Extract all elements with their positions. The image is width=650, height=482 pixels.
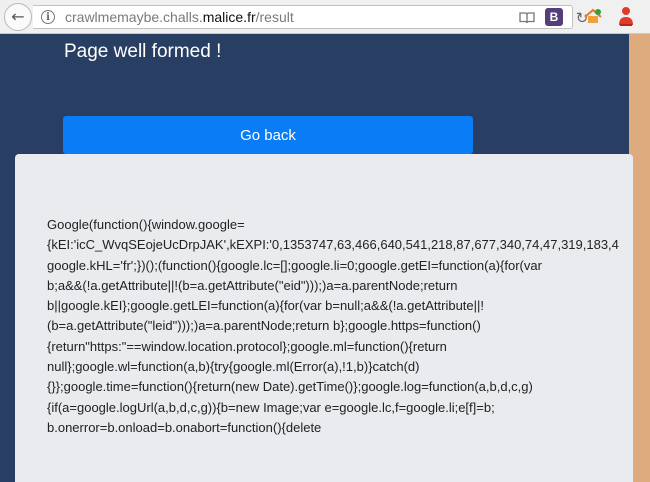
browser-toolbar: ← i crawlmemaybe.challs.malice.fr/result… xyxy=(0,0,650,34)
code-line: b||google.kEI};google.getLEI=function(a)… xyxy=(47,298,485,314)
info-icon[interactable]: i xyxy=(41,10,55,24)
bootstrap-icon[interactable]: B xyxy=(545,8,563,26)
code-line: {}};google.time=function(){return(new Da… xyxy=(47,379,533,395)
code-line: null};google.wl=function(a,b){try{google… xyxy=(47,359,420,375)
extension-icon[interactable] xyxy=(583,7,603,25)
url-text[interactable]: crawlmemaybe.challs.malice.fr/result xyxy=(65,9,294,25)
url-prefix: crawlmemaybe.challs. xyxy=(65,9,203,25)
code-line: {kEI:'icC_WvqSEojeUcDrpJAK',kEXPI:'0,135… xyxy=(47,237,619,253)
url-bar[interactable]: i crawlmemaybe.challs.malice.fr/result B… xyxy=(33,5,588,29)
code-line: (b=a.getAttribute("leid")));)a=a.parentN… xyxy=(47,318,481,334)
code-block: Google(function(){window.google= {kEI:'i… xyxy=(47,215,633,438)
code-line: {if(a=google.logUrl(a,b,d,c,g)){b=new Im… xyxy=(47,399,495,415)
code-line: Google(function(){window.google= xyxy=(47,217,245,232)
url-path: /result xyxy=(255,9,294,25)
code-line: b;a&&(!a.getAttribute||!(b=a.getAttribut… xyxy=(47,277,458,293)
code-line: {return"https:"==window.location.protoco… xyxy=(47,338,447,354)
code-card: Google(function(){window.google= {kEI:'i… xyxy=(15,154,633,482)
url-host: malice.fr xyxy=(202,9,256,25)
profile-icon[interactable] xyxy=(617,5,635,27)
reader-view-icon[interactable] xyxy=(519,12,535,24)
code-line: google.kHL='fr';})();(function(){google.… xyxy=(47,257,542,273)
code-line: b.onerror=b.onload=b.onabort=function(){… xyxy=(47,419,322,435)
go-back-button[interactable]: Go back xyxy=(63,116,473,154)
page-title: Page well formed ! xyxy=(64,41,222,62)
back-arrow-icon[interactable]: ← xyxy=(4,3,32,31)
